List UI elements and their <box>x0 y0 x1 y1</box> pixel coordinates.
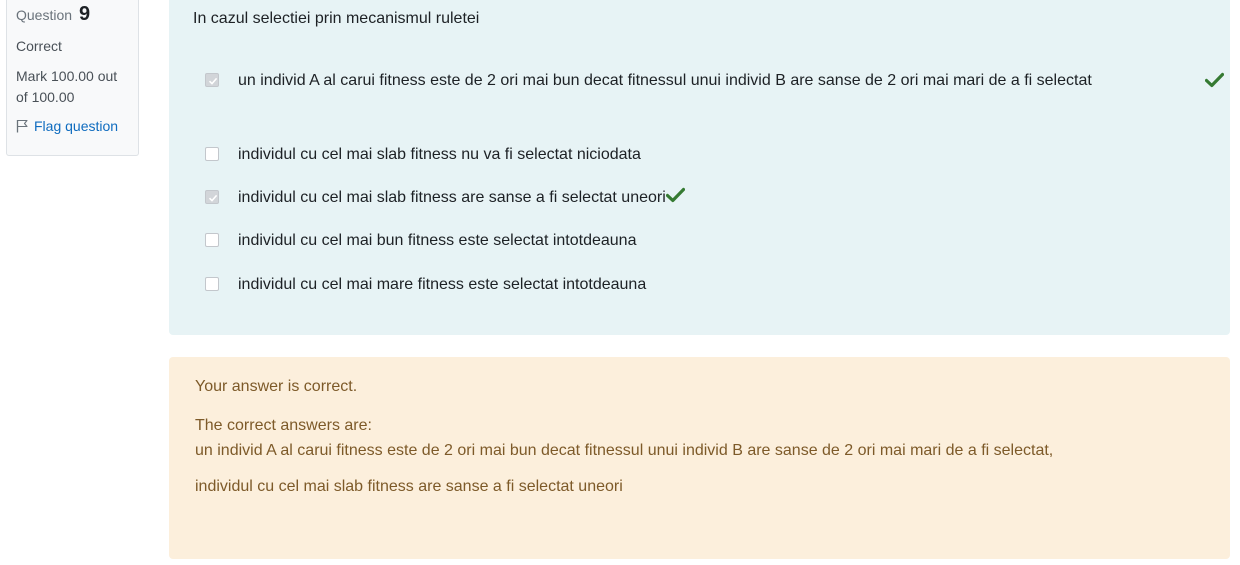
question-label: Question <box>16 7 73 23</box>
question-number-line: Question 9 <box>16 3 129 27</box>
answer-checkbox-3[interactable] <box>205 190 219 204</box>
answer-label-5: individul cu cel mai mare fitness este s… <box>238 276 647 293</box>
correct-check-icon <box>1204 69 1225 99</box>
right-answer-heading: The correct answers are: <box>195 417 372 434</box>
answer-option-2[interactable]: individul cu cel mai slab fitness nu va … <box>205 140 1165 170</box>
answer-checkbox-1[interactable] <box>205 73 219 87</box>
flag-icon <box>16 119 28 133</box>
flag-question-link[interactable]: Flag question <box>16 117 129 135</box>
question-state: Correct <box>16 38 62 54</box>
right-answer-block: The correct answers are: un individ A al… <box>195 413 1185 499</box>
flag-question-label: Flag question <box>34 118 119 134</box>
outcome-feedback-panel: Your answer is correct. The correct answ… <box>169 357 1230 559</box>
question-formulation: In cazul selectiei prin mecanismul rulet… <box>169 0 1230 335</box>
answer-option-4[interactable]: individul cu cel mai bun fitness este se… <box>205 226 1165 256</box>
answer-label-3-wrap: individul cu cel mai slab fitness are sa… <box>238 183 1168 214</box>
answer-checkbox-5[interactable] <box>205 277 219 291</box>
answer-label-3: individul cu cel mai slab fitness are sa… <box>238 189 666 206</box>
answer-option-1[interactable]: un individ A al carui fitness este de 2 … <box>205 66 1225 126</box>
answer-label-4: individul cu cel mai bun fitness este se… <box>238 232 637 249</box>
question-grade: Mark 100.00 out of 100.00 <box>16 68 118 105</box>
right-answer-1: un individ A al carui fitness este de 2 … <box>195 442 1054 459</box>
answer-option-5[interactable]: individul cu cel mai mare fitness este s… <box>205 270 1165 300</box>
general-feedback: Your answer is correct. <box>195 378 358 395</box>
question-text: In cazul selectiei prin mecanismul rulet… <box>193 10 480 27</box>
answer-label-2: individul cu cel mai slab fitness nu va … <box>238 146 641 163</box>
correct-check-icon <box>665 184 685 214</box>
answer-checkbox-2[interactable] <box>205 147 219 161</box>
right-answer-2: individul cu cel mai slab fitness are sa… <box>195 478 623 495</box>
question-number: 9 <box>78 3 91 25</box>
question-info-panel: Question 9 Correct Mark 100.00 out of 10… <box>6 0 139 156</box>
answer-checkbox-4[interactable] <box>205 233 219 247</box>
answer-option-3[interactable]: individul cu cel mai slab fitness are sa… <box>205 183 1165 213</box>
answer-label-1: un individ A al carui fitness este de 2 … <box>238 72 1092 89</box>
